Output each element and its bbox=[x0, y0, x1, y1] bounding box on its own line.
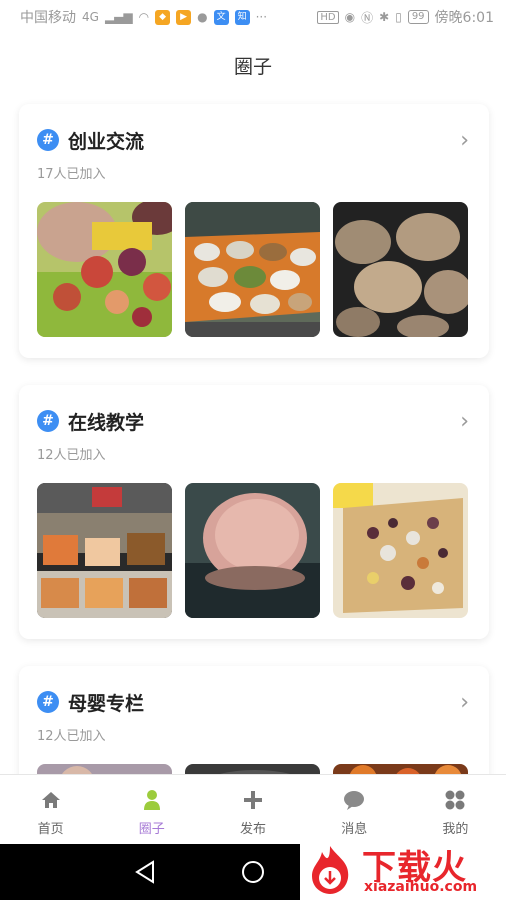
fruit-photo[interactable] bbox=[333, 764, 468, 774]
member-count: 17人已加入 bbox=[37, 167, 106, 182]
home-icon bbox=[39, 788, 63, 812]
circle-list[interactable]: # 创业交流 › 17人已加入 # 在线教学 › 12人已加入 # 母婴专栏 ›… bbox=[0, 98, 506, 774]
hash-icon: # bbox=[37, 691, 59, 713]
circle-card[interactable]: # 创业交流 › 17人已加入 bbox=[19, 104, 489, 358]
grid-icon bbox=[443, 788, 467, 812]
hash-icon: # bbox=[37, 410, 59, 432]
nav-label: 圈子 bbox=[138, 822, 165, 837]
nav-mine[interactable]: 我的 bbox=[405, 775, 506, 844]
signal-icon: ▂▄▆ bbox=[104, 10, 133, 24]
hash-icon: # bbox=[37, 129, 59, 151]
nav-publish[interactable]: 发布 bbox=[202, 775, 303, 844]
granola-toast-photo[interactable] bbox=[333, 483, 468, 618]
kids-photo[interactable] bbox=[37, 764, 172, 774]
page-title: 圈子 bbox=[233, 56, 272, 78]
chevron-right-icon[interactable]: › bbox=[460, 128, 469, 153]
hd-icon: HD bbox=[317, 10, 339, 24]
video-app-icon: ▶ bbox=[176, 9, 192, 25]
meatballs-photo[interactable] bbox=[333, 202, 468, 337]
chevron-right-icon[interactable]: › bbox=[460, 690, 469, 715]
watermark: 下载火 xiazaihuo.com bbox=[300, 838, 506, 900]
nfc-icon: Ⓝ bbox=[361, 10, 374, 25]
wechat-icon: ● bbox=[197, 10, 208, 24]
vibrate-icon: ▯ bbox=[395, 10, 402, 24]
bowl-photo[interactable] bbox=[185, 764, 320, 774]
circle-title: 创业交流 bbox=[68, 131, 145, 153]
nav-home[interactable]: 首页 bbox=[0, 775, 101, 844]
eye-icon: ◉ bbox=[344, 10, 356, 24]
person-icon bbox=[140, 788, 164, 812]
nav-messages[interactable]: 消息 bbox=[304, 775, 405, 844]
home-circle-icon[interactable] bbox=[241, 860, 265, 888]
plus-icon bbox=[241, 788, 265, 812]
status-bar: 中国移动 4G ▂▄▆ ◠ ◆ ▶ ● 文 知 ··· HD ◉ Ⓝ ✱ ▯ 9… bbox=[0, 0, 506, 34]
flame-logo-icon bbox=[304, 844, 356, 896]
banquet-table-photo[interactable] bbox=[185, 202, 320, 337]
chevron-right-icon[interactable]: › bbox=[460, 409, 469, 434]
circle-title: 母婴专栏 bbox=[68, 693, 145, 715]
bottom-nav: 首页 圈子 发布 消息 我的 bbox=[0, 774, 506, 844]
app-notification-icon: ◆ bbox=[155, 9, 171, 25]
nav-label: 首页 bbox=[37, 822, 64, 837]
member-count: 12人已加入 bbox=[37, 729, 106, 744]
nav-label: 发布 bbox=[240, 822, 267, 837]
more-icon: ··· bbox=[255, 10, 268, 24]
salad-dish-photo[interactable] bbox=[37, 202, 172, 337]
bluetooth-icon: ✱ bbox=[379, 10, 390, 24]
circle-title: 在线教学 bbox=[68, 412, 145, 434]
network-label: 4G bbox=[82, 10, 99, 24]
clock: 傍晚6:01 bbox=[434, 10, 494, 26]
circle-card[interactable]: # 母婴专栏 › 12人已加入 bbox=[19, 666, 489, 774]
wifi-icon: ◠ bbox=[138, 10, 150, 24]
chat-icon bbox=[342, 788, 366, 812]
zhihu-icon: 知 bbox=[234, 9, 250, 25]
carrier-label: 中国移动 bbox=[20, 10, 76, 26]
doc-app-icon: 文 bbox=[213, 9, 229, 25]
ham-slice-photo[interactable] bbox=[185, 483, 320, 618]
member-count: 12人已加入 bbox=[37, 448, 106, 463]
nav-circle[interactable]: 圈子 bbox=[101, 775, 202, 844]
watermark-url: xiazaihuo.com bbox=[364, 879, 478, 895]
back-icon[interactable] bbox=[134, 860, 156, 888]
deli-display-photo[interactable] bbox=[37, 483, 172, 618]
circle-card[interactable]: # 在线教学 › 12人已加入 bbox=[19, 385, 489, 639]
battery-icon: 99 bbox=[407, 10, 429, 24]
nav-label: 我的 bbox=[442, 822, 469, 837]
nav-label: 消息 bbox=[341, 822, 368, 837]
